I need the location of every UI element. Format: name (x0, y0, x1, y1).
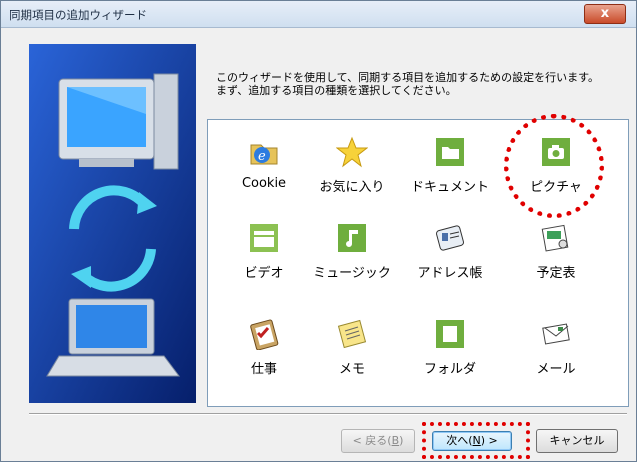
back-label-end: ) (399, 434, 404, 447)
window-title: 同期項目の追加ウィザード (9, 8, 147, 22)
instruction-line-1: このウィザードを使用して、同期する項目を追加するための設定を行います。 (216, 71, 600, 84)
sync-computers-illustration (29, 44, 196, 403)
button-separator (29, 413, 627, 415)
instruction-line-2: まず、追加する項目の種類を選択してください。 (216, 84, 457, 97)
address-book-icon (435, 225, 465, 251)
item-cookie[interactable]: e Cookie (220, 136, 308, 206)
item-folder[interactable]: フォルダ (406, 318, 494, 388)
item-music[interactable]: ミュージック (308, 222, 396, 292)
item-label: 予定表 (536, 266, 576, 281)
item-label: Cookie (241, 176, 287, 191)
documents-folder-icon (436, 138, 464, 166)
wizard-sidebar-illustration (29, 44, 196, 403)
highlight-circle-pictures (504, 114, 604, 218)
music-note-icon (338, 224, 366, 252)
item-notes[interactable]: メモ (308, 318, 396, 388)
item-address-book[interactable]: アドレス帳 (406, 222, 494, 292)
mail-icon (542, 323, 570, 345)
item-label: メール (536, 362, 576, 377)
cookie-folder-icon: e (250, 144, 278, 165)
svg-text:e: e (258, 149, 266, 164)
video-film-icon (250, 224, 278, 252)
item-video[interactable]: ビデオ (220, 222, 308, 292)
tasks-clipboard-icon (250, 319, 279, 350)
item-label: メモ (338, 362, 365, 377)
item-label: ビデオ (244, 266, 284, 281)
notes-memo-icon (337, 319, 367, 349)
back-button[interactable]: < 戻る(B) (341, 429, 415, 453)
favorites-star-icon (336, 136, 368, 168)
item-label: アドレス帳 (417, 266, 483, 281)
item-tasks[interactable]: 仕事 (220, 318, 308, 388)
item-label: お気に入り (319, 180, 385, 195)
item-label: ドキュメント (410, 180, 489, 195)
item-documents[interactable]: ドキュメント (406, 136, 494, 206)
back-label: < 戻る( (352, 434, 392, 447)
item-label: フォルダ (423, 362, 476, 377)
item-favorites[interactable]: お気に入り (308, 136, 396, 206)
calendar-icon (541, 224, 569, 252)
back-accelerator: B (391, 434, 400, 447)
item-mail[interactable]: メール (512, 318, 600, 388)
close-button[interactable]: x (584, 4, 626, 24)
title-bar: 同期項目の追加ウィザード x (1, 1, 636, 28)
cancel-button[interactable]: キャンセル (536, 429, 618, 453)
folder-icon (436, 320, 464, 348)
item-calendar[interactable]: 予定表 (512, 222, 600, 292)
highlight-rect-next (422, 422, 530, 459)
wizard-instructions: このウィザードを使用して、同期する項目を追加するための設定を行います。 まず、追… (216, 71, 599, 97)
item-label: ミュージック (313, 266, 391, 281)
item-label: 仕事 (250, 362, 277, 377)
wizard-window: 同期項目の追加ウィザード x このウィザードを使用して、同期する項目を追加するた… (0, 0, 637, 462)
